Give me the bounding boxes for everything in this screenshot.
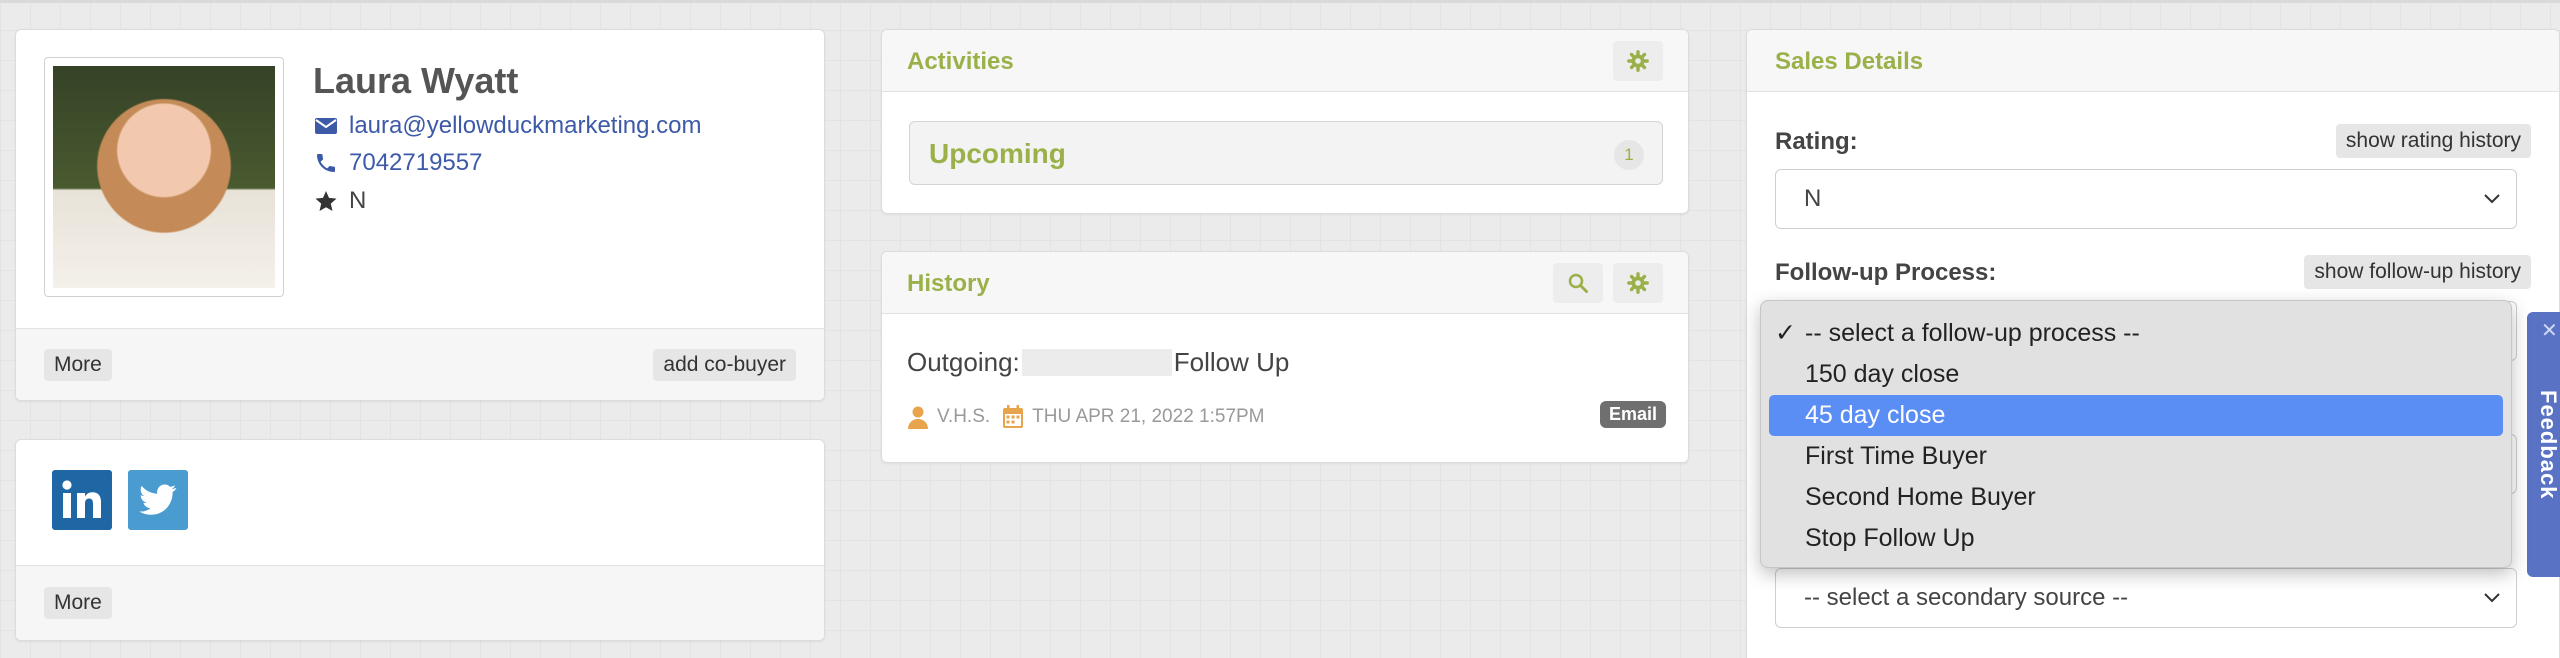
user-icon [908,406,928,429]
contact-more-button[interactable]: More [44,349,112,381]
envelope-icon [313,113,339,139]
contact-photo-frame [44,57,284,297]
dropdown-option[interactable]: ✓ -- select a follow-up process -- [1769,313,2503,354]
email-row: laura@yellowduckmarketing.com [313,112,702,140]
contact-name: Laura Wyatt [313,60,519,101]
history-follow-up-text: Follow Up [1173,347,1290,377]
contact-phone-link[interactable]: 7042719557 [349,149,482,177]
history-entry-meta: V.H.S. THU APR 21, 2022 1:57PM [907,405,1265,429]
contact-footer: More add co-buyer [16,328,824,400]
activities-header: Activities [882,30,1688,92]
checkmark-icon: ✓ [1775,319,1796,347]
history-author: V.H.S. [937,406,991,427]
secondary-source-select[interactable]: -- select a secondary source -- [1775,568,2517,628]
calendar-icon [1003,405,1024,428]
secondary-source-placeholder: -- select a secondary source -- [1804,584,2129,611]
rating-select-value: N [1804,185,1822,212]
sales-title: Sales Details [1775,48,1924,75]
star-icon [313,188,339,214]
dropdown-option[interactable]: 150 day close [1769,354,2503,395]
contact-email-link[interactable]: laura@yellowduckmarketing.com [349,112,702,140]
social-card: More [15,439,825,641]
show-rating-history-button[interactable]: show rating history [2335,124,2531,158]
dropdown-option[interactable]: First Time Buyer [1769,436,2503,477]
rating-row: N [313,187,366,215]
history-search-button[interactable] [1553,263,1603,303]
top-divider [0,0,2560,3]
phone-icon [313,150,339,176]
email-badge: Email [1599,401,1666,428]
activities-panel: Activities Upcoming 1 [881,29,1689,214]
activities-title: Activities [907,48,1014,75]
history-entry-title[interactable]: Outgoing: Follow Up [907,347,1289,378]
contact-card: Laura Wyatt laura@yellowduckmarketing.co… [15,29,825,401]
rating-label: Rating: [1775,128,1858,155]
sales-header: Sales Details [1747,30,2559,92]
linkedin-icon[interactable] [52,470,112,530]
followup-dropdown-menu: ✓ -- select a follow-up process -- 150 d… [1760,300,2512,568]
history-outgoing-prefix: Outgoing: [907,347,1020,377]
history-header: History [882,252,1688,314]
rating-select[interactable]: N [1775,169,2517,229]
close-icon[interactable]: ✕ [2541,318,2558,343]
dropdown-option[interactable]: Stop Follow Up [1769,518,2503,559]
dropdown-option[interactable]: Second Home Buyer [1769,477,2503,518]
upcoming-section[interactable]: Upcoming 1 [909,121,1663,185]
show-followup-history-button[interactable]: show follow-up history [2304,255,2531,289]
contact-photo [53,66,275,288]
feedback-label: Feedback [2536,390,2560,500]
history-panel: History Outgoing: Follow Up V.H.S. THU A… [881,251,1689,463]
history-settings-button[interactable] [1613,263,1663,303]
gear-icon [1627,50,1649,72]
twitter-icon[interactable] [128,470,188,530]
chevron-down-icon [2484,569,2500,627]
social-more-button[interactable]: More [44,587,112,619]
chevron-down-icon [2484,170,2500,228]
history-date: THU APR 21, 2022 1:57PM [1032,406,1265,427]
add-cobuyer-button[interactable]: add co-buyer [653,349,796,381]
phone-row: 7042719557 [313,149,482,177]
contact-rating-value: N [349,187,367,214]
search-icon [1568,273,1588,293]
history-title: History [907,270,990,297]
upcoming-label: Upcoming [929,138,1066,169]
social-footer: More [16,565,824,640]
feedback-tab[interactable]: ✕ Feedback [2527,312,2560,577]
redacted-text [1021,349,1172,376]
followup-process-label: Follow-up Process: [1775,259,1997,286]
gear-icon [1627,272,1649,294]
dropdown-option-highlighted[interactable]: 45 day close [1769,395,2503,436]
activities-settings-button[interactable] [1613,41,1663,81]
upcoming-count-badge: 1 [1614,140,1644,170]
